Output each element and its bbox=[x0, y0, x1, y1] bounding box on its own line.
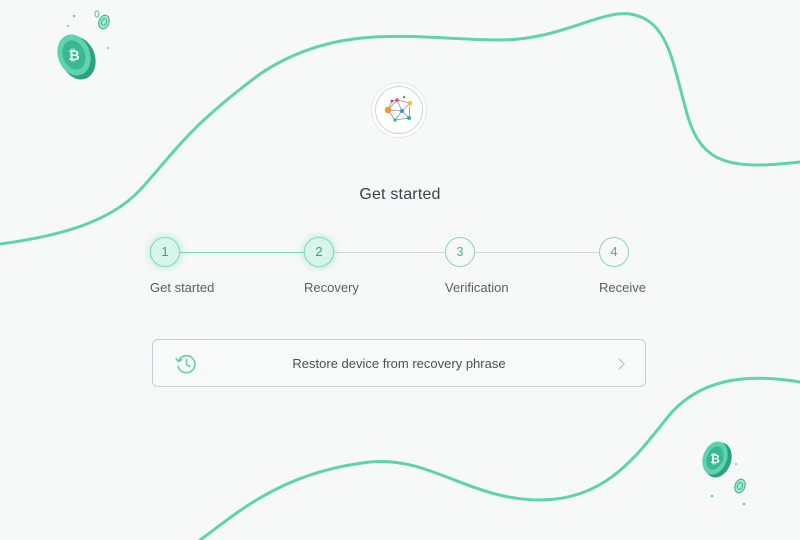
bitcoin-coin-icon: ₿ bbox=[702, 441, 746, 506]
step-1-circle[interactable]: 1 bbox=[150, 237, 180, 267]
step-1-label[interactable]: Get started bbox=[150, 280, 214, 295]
bitcoin-coin-icon: ₿ bbox=[57, 10, 110, 80]
step-2-circle[interactable]: 2 bbox=[304, 237, 334, 267]
page-title: Get started bbox=[359, 186, 441, 203]
step-2-label[interactable]: Recovery bbox=[304, 280, 359, 295]
step-4-circle[interactable]: 4 bbox=[599, 237, 629, 267]
svg-text:₿: ₿ bbox=[710, 452, 720, 466]
restore-from-recovery-phrase-button[interactable]: Restore device from recovery phrase bbox=[152, 339, 646, 387]
step-3-circle[interactable]: 3 bbox=[445, 237, 475, 267]
step-4-label[interactable]: Receive bbox=[599, 280, 646, 295]
step-3-label[interactable]: Verification bbox=[445, 280, 509, 295]
network-graph-logo-icon bbox=[384, 95, 413, 122]
svg-text:₿: ₿ bbox=[68, 48, 79, 64]
chevron-right-icon bbox=[618, 358, 625, 370]
restore-button-label: Restore device from recovery phrase bbox=[292, 356, 506, 371]
app-logo bbox=[375, 86, 423, 134]
